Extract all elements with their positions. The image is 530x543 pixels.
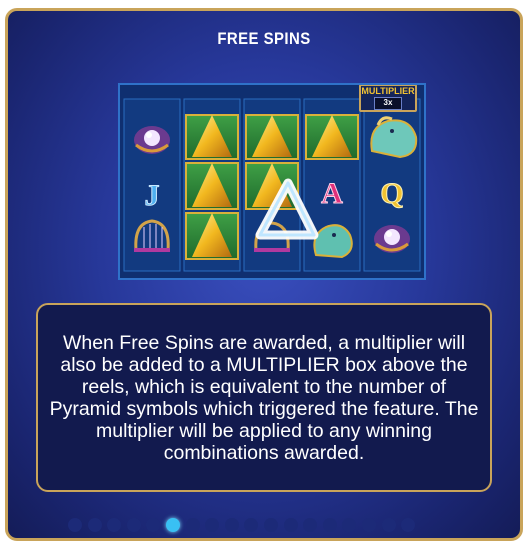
pagination-dot[interactable] [224,518,239,532]
pagination-dot[interactable] [244,518,259,532]
pagination-dot[interactable] [205,518,220,532]
multiplier-box: MULTIPLIER 3x [359,85,417,112]
pagination-dot[interactable] [263,518,278,532]
svg-text:J: J [145,179,160,212]
page-title: FREE SPINS [217,29,311,48]
pyramid-symbol-icon [185,162,239,210]
pyramid-symbol-icon [185,212,239,260]
pagination-dot[interactable] [126,518,141,532]
svg-text:Q: Q [380,177,403,210]
pagination-dots [68,517,416,533]
pagination-dot[interactable] [107,518,122,532]
pagination-dot[interactable] [68,518,82,532]
pyramid-symbol-icon [185,114,239,160]
svg-text:A: A [321,177,343,210]
pearl-shell-icon [374,225,410,253]
letter-a-icon: A [321,177,344,211]
letter-q-icon: Q [380,177,404,211]
pyramid-symbol-icon [245,114,299,160]
pagination-dot[interactable] [283,518,298,532]
pagination-dot[interactable] [401,518,416,532]
pagination-dot[interactable] [185,518,200,532]
multiplier-value: 3x [374,97,402,110]
pagination-dot[interactable] [146,518,161,532]
seahorse-icon [313,224,353,259]
pearl-shell-icon [134,126,170,154]
pagination-dot[interactable] [303,518,318,532]
reels-preview: J A Q MULTIPLIER 3x [118,83,426,280]
pagination-dot[interactable] [381,518,396,532]
pagination-dot[interactable] [361,518,376,532]
pagination-dot[interactable] [322,518,337,532]
pagination-dot[interactable] [87,518,102,532]
description-box: When Free Spins are awarded, a multiplie… [36,303,492,492]
multiplier-label: MULTIPLIER [361,86,415,96]
pagination-dot[interactable] [342,518,357,532]
pagination-dot-active[interactable] [165,518,180,532]
reels-grid: J A Q [120,85,424,278]
pyramid-symbol-icon [305,114,359,160]
description-text: When Free Spins are awarded, a multiplie… [49,331,479,464]
info-panel: FREE SPINS J A Q MULTIPLIER 3x When Free… [5,8,523,541]
letter-j-icon: J [144,179,160,213]
